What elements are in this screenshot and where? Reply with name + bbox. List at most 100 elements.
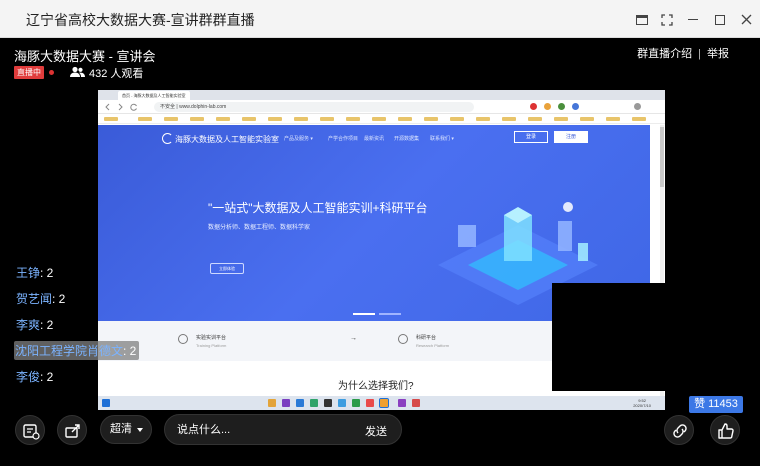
hero-cta-button: 立即体验 <box>210 263 244 274</box>
browser-address-bar: 不安全 | www.dolphin-lab.com <box>98 100 665 114</box>
research-platform-name: 科研平台 <box>416 335 437 341</box>
chat-text: : 2 <box>40 318 54 332</box>
link-separator: | <box>698 48 701 60</box>
taskbar-app-icon <box>268 399 276 407</box>
chat-input-bar: 发送 <box>164 414 402 445</box>
bookmark-folder-icon <box>268 117 282 121</box>
chat-username: 王铮 <box>16 266 41 280</box>
bookmark-folder-icon <box>476 117 490 121</box>
share-screen-button[interactable] <box>57 415 87 445</box>
site-nav-item: 产品及服务 ▾ <box>284 136 313 142</box>
live-indicator-dot <box>49 70 54 75</box>
maximize-icon <box>715 14 725 25</box>
taskbar-app-icon <box>310 399 318 407</box>
taskbar-clock: 9:52 2020/7/10 <box>633 398 651 408</box>
maximize-button[interactable] <box>710 9 730 29</box>
send-button[interactable]: 发送 <box>365 423 387 439</box>
live-status-badge: 直播中 <box>14 66 44 79</box>
chat-message: 李俊: 2 <box>16 368 53 385</box>
chat-username: 李俊 <box>16 370 41 384</box>
site-nav-item: 联系我们 ▾ <box>430 136 454 142</box>
browser-tab-strip: 首页 - 海豚大数据及人工智能实验室 <box>98 90 665 100</box>
bookmark-folder-icon <box>190 117 204 121</box>
browser-extension-icon <box>530 103 537 110</box>
training-platform: 实验实训平台 Training Platform <box>196 334 226 348</box>
quality-label: 超清 <box>110 423 132 435</box>
taskbar-app-icon <box>282 399 290 407</box>
browser-url: 不安全 | www.dolphin-lab.com <box>154 102 474 112</box>
bookmark-folder-icon <box>450 117 464 121</box>
bookmark-folder-icon <box>398 117 412 121</box>
taskbar-app-icon <box>379 398 389 408</box>
browser-extension-icon <box>558 103 565 110</box>
viewer-count: 432 人观看 <box>89 68 144 80</box>
research-platform: 科研平台 Research Platform <box>416 334 449 348</box>
chevron-down-icon <box>137 428 143 432</box>
bookmark-folder-icon <box>346 117 360 121</box>
reload-icon <box>130 103 137 111</box>
site-nav-item: 开源数据集 <box>394 136 420 142</box>
close-button[interactable] <box>736 9 756 29</box>
bookmark-folder-icon <box>294 117 308 121</box>
chat-message-highlighted: 沈阳工程学院肖德文: 2 <box>14 341 140 360</box>
bookmark-folder-icon <box>320 117 334 121</box>
chat-message: 李爽: 2 <box>16 316 53 333</box>
pin-window-button[interactable] <box>632 9 652 29</box>
like-count-badge: 赞 11453 <box>689 396 743 413</box>
windows-taskbar: 9:52 2020/7/10 <box>98 396 665 410</box>
video-black-overlay <box>552 283 665 391</box>
close-icon <box>741 14 751 25</box>
note-icon <box>23 424 40 440</box>
link-icon <box>673 424 687 438</box>
browser-extension-icon <box>544 103 551 110</box>
share-icon <box>65 424 80 438</box>
taskbar-app-icon <box>366 399 374 407</box>
bookmark-folder-icon <box>502 117 516 121</box>
window-titlebar: 辽宁省高校大数据大赛-宣讲群群直播 <box>0 0 760 38</box>
live-links: 群直播介绍 | 举报 <box>637 45 729 61</box>
back-arrow-icon <box>105 103 110 111</box>
bookmark-folder-icon <box>528 117 542 121</box>
pin-icon <box>636 14 648 25</box>
browser-bookmarks-bar <box>98 114 665 124</box>
report-link[interactable]: 举报 <box>707 48 729 60</box>
site-login-button: 登录 <box>514 131 548 143</box>
chat-text: : 2 <box>40 266 54 280</box>
platform-arrow: → <box>350 335 357 342</box>
bookmark-folder-icon <box>424 117 438 121</box>
chat-message: 贺艺闻: 2 <box>16 290 65 307</box>
taskbar-app-icon <box>324 399 332 407</box>
chat-username: 李爽 <box>16 318 41 332</box>
taskbar-app-icon <box>338 399 346 407</box>
note-button[interactable] <box>15 415 45 445</box>
section-caption: 为什么选择我们? <box>338 381 414 392</box>
chat-username: 沈阳工程学院肖德文 <box>15 344 124 358</box>
browser-profile-icon <box>634 103 641 110</box>
training-platform-en: Training Platform <box>196 343 227 348</box>
bookmark-folder-icon <box>242 117 256 121</box>
site-register-button: 注册 <box>554 131 588 143</box>
minimize-button[interactable] <box>683 9 703 29</box>
bookmark-folder-icon <box>580 117 594 121</box>
like-button[interactable] <box>710 415 740 445</box>
minimize-icon <box>688 18 698 21</box>
chat-text: : 2 <box>123 344 137 358</box>
gift-link-button[interactable] <box>664 415 694 445</box>
hero-title: "一站式"大数据及人工智能实训+科研平台 <box>208 201 428 215</box>
chat-username: 贺艺闻 <box>16 292 53 306</box>
bookmark-folder-icon <box>164 117 178 121</box>
fullscreen-button[interactable] <box>657 9 677 29</box>
bookmark-folder-icon <box>372 117 386 121</box>
chat-text: : 2 <box>40 370 54 384</box>
taskbar-app-icon <box>412 399 420 407</box>
site-brand: 海豚大数据及人工智能实验室 <box>162 133 279 144</box>
bookmark-folder-icon <box>104 117 118 121</box>
taskbar-app-icon <box>296 399 304 407</box>
group-live-intro-link[interactable]: 群直播介绍 <box>637 48 692 60</box>
chat-input[interactable] <box>177 421 347 439</box>
quality-selector[interactable]: 超清 <box>100 415 152 444</box>
bookmark-folder-icon <box>554 117 568 121</box>
hero-subtitle: 数据分析师、数据工程师、数据科学家 <box>208 225 311 231</box>
window-title: 辽宁省高校大数据大赛-宣讲群群直播 <box>26 12 255 28</box>
bookmark-folder-icon <box>216 117 230 121</box>
